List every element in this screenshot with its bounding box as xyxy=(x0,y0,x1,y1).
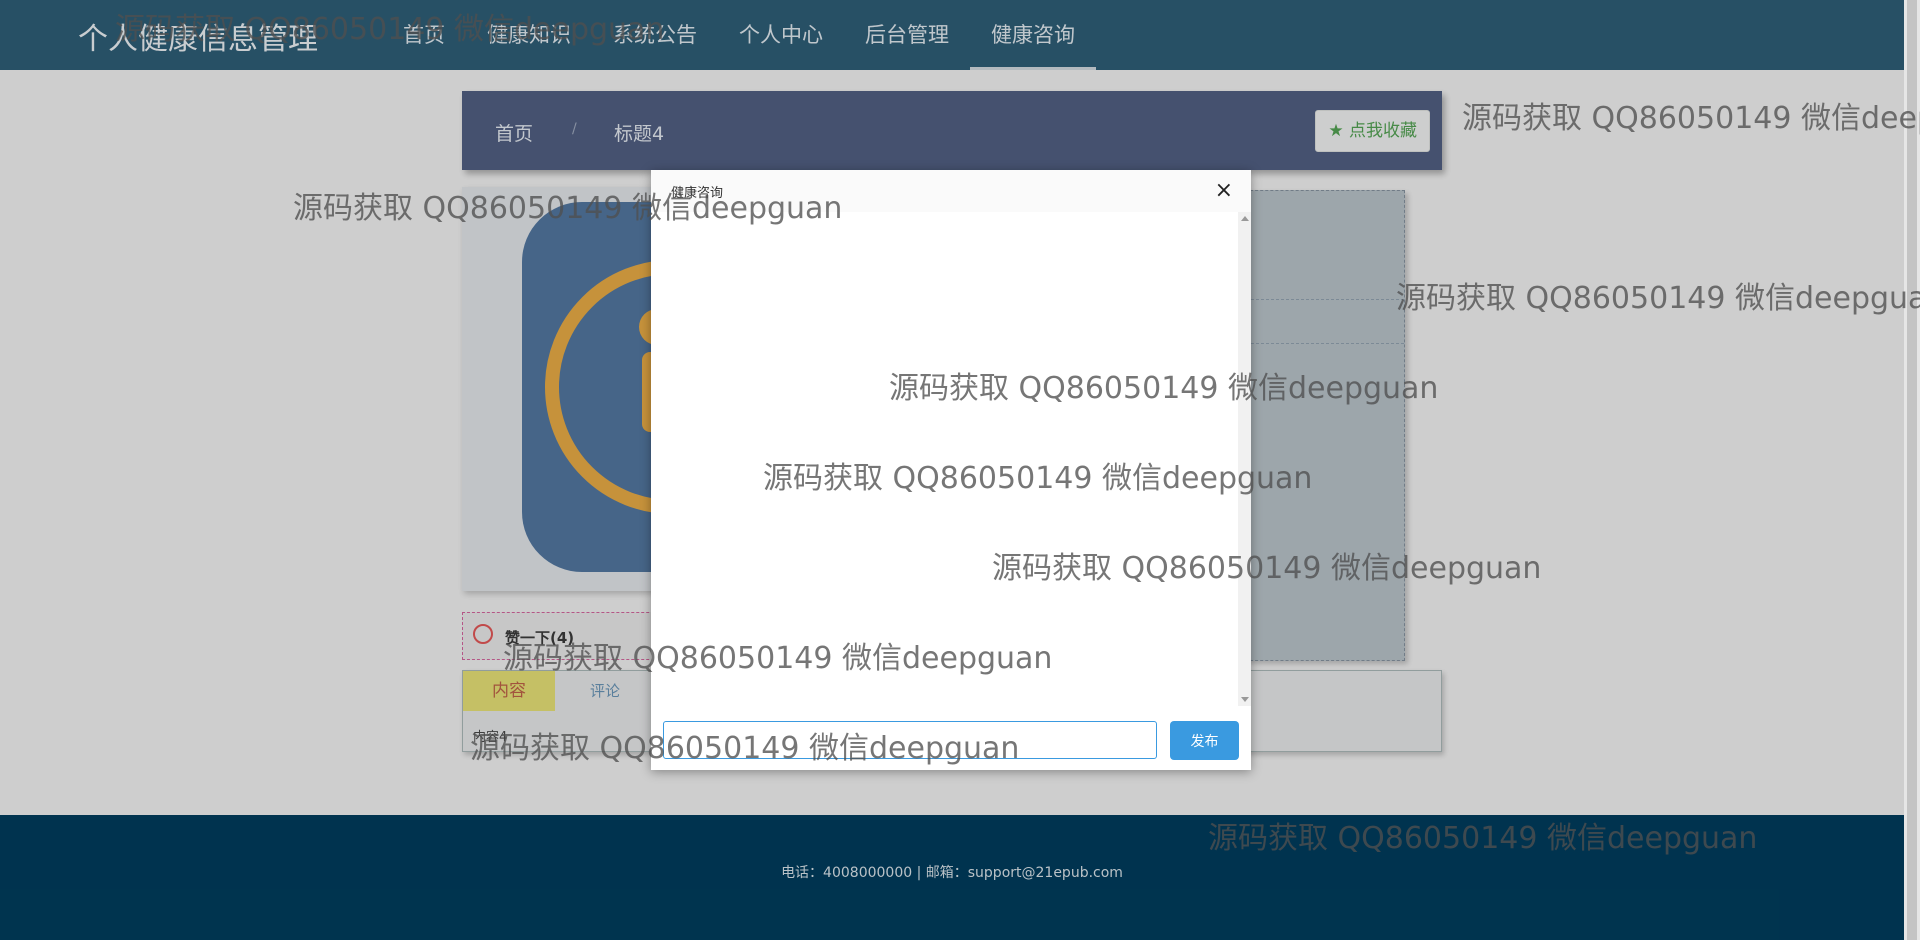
scroll-up-arrow-icon[interactable] xyxy=(1241,216,1249,221)
publish-button[interactable]: 发布 xyxy=(1170,721,1239,760)
message-input[interactable] xyxy=(663,721,1157,759)
close-icon[interactable]: × xyxy=(1215,178,1233,203)
modal-overlay-footer xyxy=(0,815,1904,940)
chat-scrollbar[interactable] xyxy=(1238,212,1251,706)
page-scrollbar-thumb[interactable] xyxy=(1907,0,1917,940)
dialog-title: 健康咨询 xyxy=(671,186,724,201)
chat-message-area[interactable] xyxy=(651,212,1238,706)
page-scrollbar[interactable] xyxy=(1904,0,1920,940)
health-consult-dialog: 健康咨询 × 发布 xyxy=(651,170,1251,770)
dialog-header: 健康咨询 × xyxy=(651,170,1251,213)
scroll-down-arrow-icon[interactable] xyxy=(1241,697,1249,702)
